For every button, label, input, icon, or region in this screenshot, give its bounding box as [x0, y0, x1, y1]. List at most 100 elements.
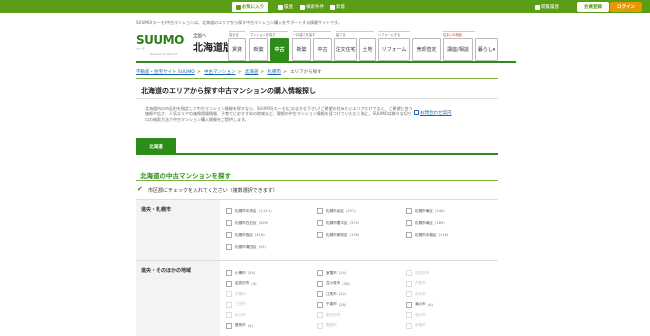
city-name: 赤平市	[415, 291, 426, 296]
checkbox[interactable]	[406, 208, 412, 214]
group-header-sapporo: 道央・札幌市	[136, 200, 220, 260]
checkbox[interactable]	[226, 270, 232, 276]
breadcrumb-item[interactable]: 不動産・住宅サイト SUUMO	[136, 70, 195, 75]
city-checkbox-item[interactable]: 小樽市 (54)	[226, 270, 255, 276]
city-name: 砂川市	[235, 312, 246, 317]
history-link[interactable]: 履歴	[278, 2, 293, 12]
nav-land[interactable]: 土地	[359, 38, 376, 61]
browse-history-link[interactable]: 閲覧履歴	[535, 2, 559, 12]
group-header-other: 道央・そのほかの地域	[136, 261, 220, 336]
city-checkbox-item: 夕張市	[226, 291, 248, 297]
city-name: 室蘭市	[326, 270, 337, 275]
checkbox[interactable]	[226, 208, 232, 214]
city-checkbox-item[interactable]: 登別市 (4)	[226, 322, 253, 329]
checkbox[interactable]	[317, 291, 323, 297]
city-checkbox-item: 深川市	[406, 312, 428, 318]
section-divider	[136, 78, 498, 79]
city-checkbox-item[interactable]: 札幌市西区 (416)	[226, 232, 265, 238]
checkbox[interactable]	[317, 280, 323, 287]
nav-sell[interactable]: 売却査定	[412, 38, 441, 61]
city-name: 滝川市	[415, 302, 426, 306]
city-checkbox-item[interactable]: 札幌市北区 (257)	[317, 208, 356, 214]
city-checkbox-item[interactable]: 岩見沢市 (4)	[226, 280, 257, 287]
city-checkbox-item[interactable]: 札幌市豊平区 (375)	[317, 220, 359, 226]
page-title: 北海道のエリアから探す中古マンションの購入情報探し	[141, 87, 316, 95]
checkbox[interactable]	[406, 232, 412, 238]
mail-icon	[330, 4, 335, 10]
city-name: 札幌市手稲区	[415, 232, 437, 237]
checkbox	[406, 322, 412, 329]
tab-hokkaido[interactable]: 北海道	[136, 138, 176, 155]
nav-new-mansion[interactable]: 新築	[249, 38, 268, 61]
city-checkbox-item[interactable]: 室蘭市 (24)	[317, 270, 346, 276]
city-count: (4)	[247, 323, 253, 328]
city-name: 岩見沢市	[235, 281, 250, 285]
tab-bar	[136, 138, 498, 155]
city-checkbox-item[interactable]: 苫小牧市 (26)	[317, 280, 350, 287]
conditions-link[interactable]: 検索条件	[300, 2, 324, 12]
city-count: (416)	[254, 233, 265, 237]
city-checkbox-item[interactable]: 札幌市手稲区 (116)	[406, 232, 448, 238]
nav-seminar[interactable]: 講座/相談	[443, 38, 473, 61]
nav-reform[interactable]: リフォーム	[378, 38, 410, 61]
side-link[interactable]: お問合わせ案内	[420, 110, 452, 116]
nav-custom-house[interactable]: 注文住宅	[334, 38, 357, 61]
title-divider	[136, 98, 498, 99]
nav-living-label: 暮らし	[477, 47, 493, 53]
category-label: マンションを探す	[250, 31, 288, 37]
city-checkbox-item[interactable]: 札幌市白石区 (426)	[226, 220, 268, 226]
mail-link[interactable]: 新着	[330, 2, 345, 12]
checkbox[interactable]	[226, 280, 232, 287]
city-count: (4)	[427, 302, 433, 307]
checkbox	[406, 312, 412, 318]
city-name: 小樽市	[235, 270, 246, 275]
city-checkbox-item[interactable]: 千歳市 (28)	[317, 301, 346, 308]
nav-new-house[interactable]: 新築	[292, 38, 311, 61]
city-checkbox-item[interactable]: 江別市 (22)	[317, 291, 346, 297]
city-checkbox-item[interactable]: 札幌市清田区 (91)	[226, 244, 266, 250]
city-name: 札幌市北区	[326, 208, 344, 213]
checkbox[interactable]	[226, 232, 232, 238]
checkbox	[406, 280, 412, 287]
city-checkbox-item: 三笠市	[226, 301, 248, 308]
city-count: (375)	[349, 221, 360, 225]
checkbox[interactable]	[317, 301, 323, 308]
city-count: (4)	[251, 281, 257, 286]
breadcrumb-item[interactable]: 札幌市	[267, 70, 281, 75]
city-checkbox-item: 芦別市	[406, 280, 428, 287]
nav-living[interactable]: 暮らし ▾	[475, 38, 498, 61]
city-count: (169)	[434, 221, 445, 225]
category-label: 住まいの相談	[443, 31, 475, 37]
city-checkbox-item[interactable]: 札幌市中央区 (1,211)	[226, 208, 272, 214]
checkbox[interactable]	[226, 244, 232, 250]
favorites-button[interactable]: お気に入り	[232, 2, 268, 12]
breadcrumb-item[interactable]: 北海道	[245, 70, 259, 75]
login-button[interactable]: ログイン	[610, 2, 642, 12]
checkbox[interactable]	[317, 232, 323, 238]
checkbox[interactable]	[317, 270, 323, 276]
city-checkbox-item: 砂川市	[226, 312, 248, 318]
breadcrumb-item[interactable]: 中古マンション	[204, 70, 236, 75]
nav-used-mansion[interactable]: 中古	[270, 38, 289, 61]
breadcrumb: 不動産・住宅サイト SUUMO > 中古マンション > 北海道 > 札幌市 > エリアか…	[136, 70, 322, 75]
city-name: 岩見沢市	[415, 270, 430, 275]
city-checkbox-item[interactable]: 札幌市厚別区 (178)	[317, 232, 359, 238]
checkbox[interactable]	[317, 208, 323, 214]
group-title: 道央・札幌市	[141, 207, 172, 213]
checkbox[interactable]	[317, 220, 323, 226]
suumo-logo[interactable]: SUUMO	[136, 33, 184, 47]
checkbox[interactable]	[226, 220, 232, 226]
city-count: (54)	[247, 271, 256, 275]
city-name: 札幌市白石区	[235, 220, 257, 225]
nav-rent[interactable]: 賃貸	[228, 38, 246, 61]
member-register-button[interactable]: 会員登録	[577, 2, 609, 12]
nav-used-house[interactable]: 中古	[313, 38, 332, 61]
category-label: 建てる	[336, 31, 374, 37]
city-count: (91)	[258, 245, 266, 249]
checkbox[interactable]	[406, 220, 412, 226]
city-checkbox-item[interactable]: 札幌市東区 (240)	[406, 208, 445, 214]
city-checkbox-item[interactable]: 滝川市 (4)	[406, 301, 433, 308]
checkbox[interactable]	[406, 301, 412, 308]
checkbox[interactable]	[226, 322, 232, 329]
city-checkbox-item[interactable]: 札幌市南区 (169)	[406, 220, 445, 226]
